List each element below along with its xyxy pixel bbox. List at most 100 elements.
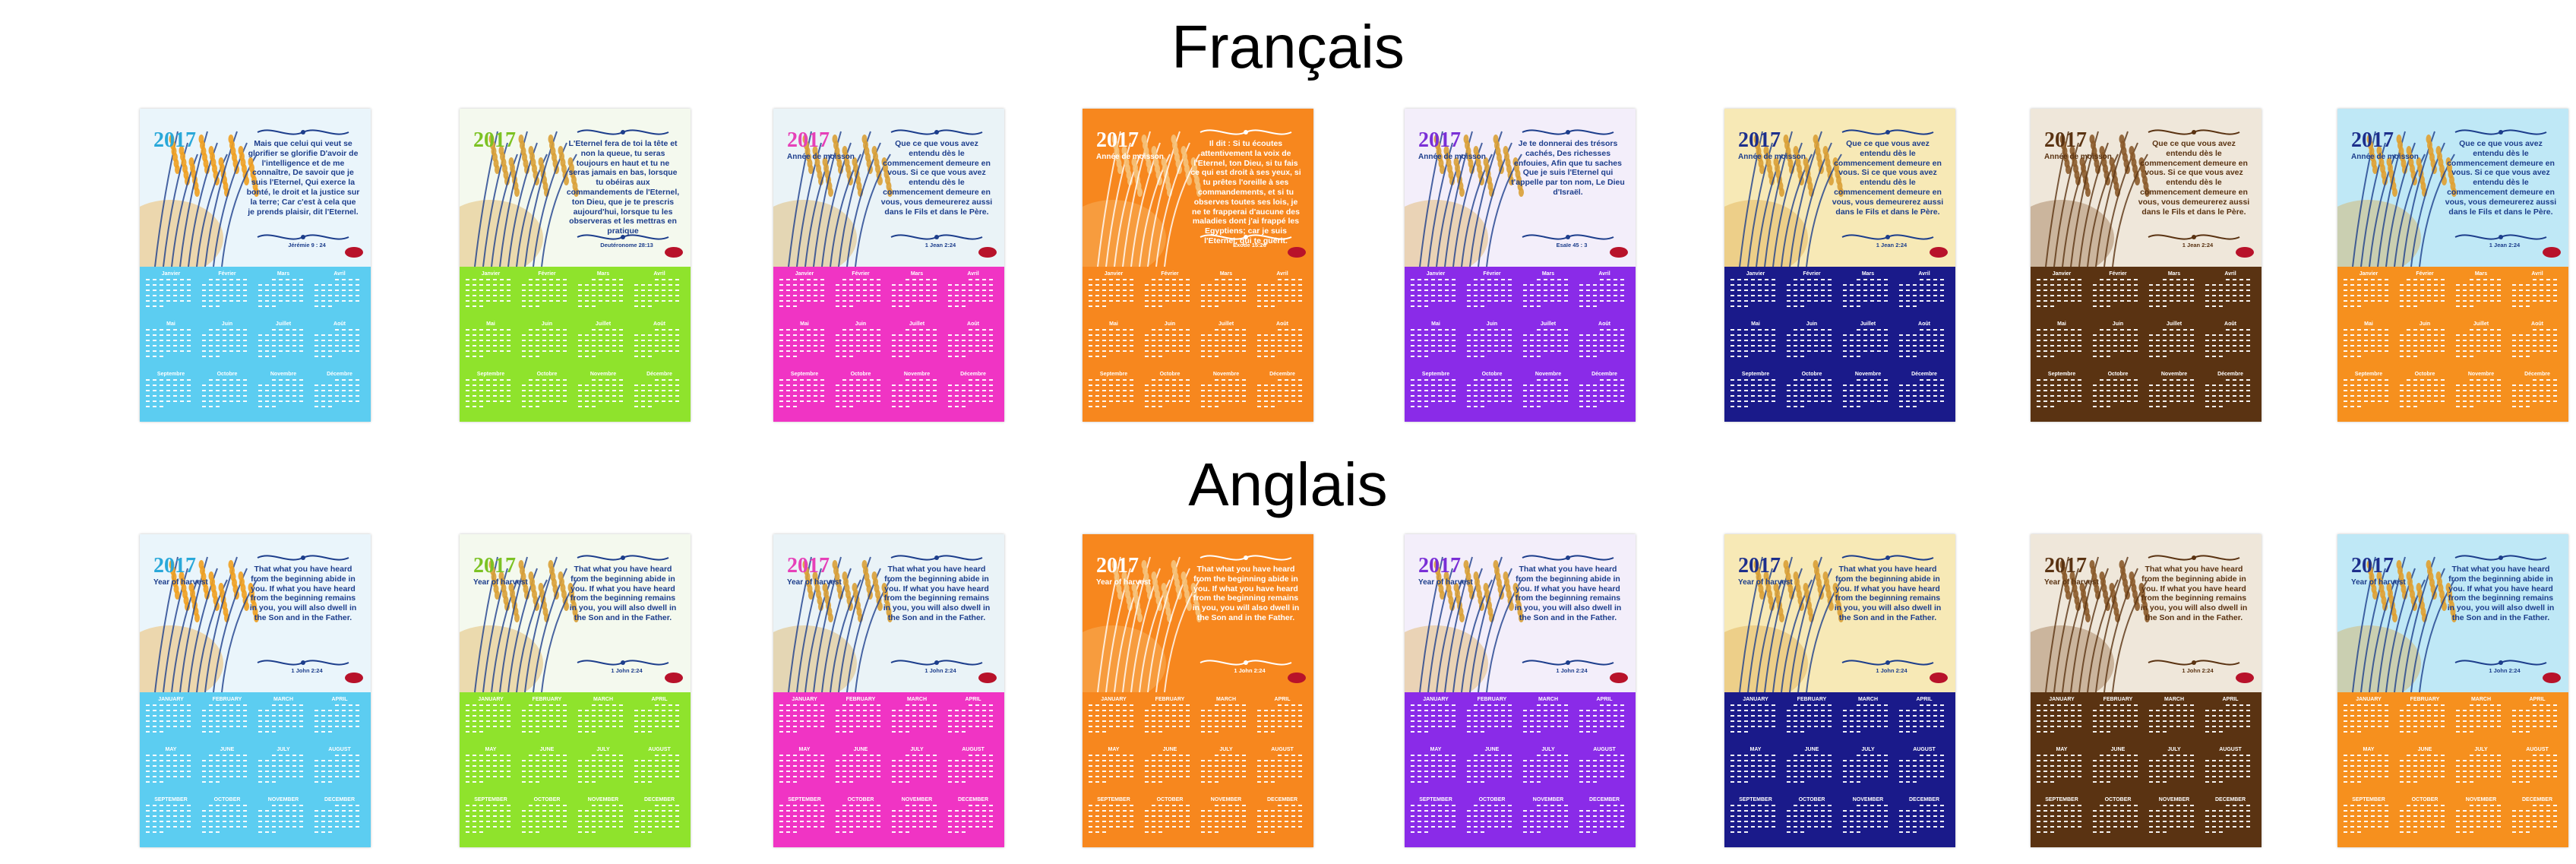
calendar-month: Février	[522, 270, 572, 318]
calendar-grid: JANUARY FEBRUARY MARCH APRIL MAY JUNE JULY AUGU…	[1724, 692, 1955, 847]
month-day-grid	[948, 379, 998, 411]
month-day-grid	[1731, 279, 1781, 311]
calendar-month: FEBRUARY	[202, 695, 252, 744]
calendar-grid: JANUARY FEBRUARY MARCH APRIL MAY JUNE JULY AUGU…	[2031, 692, 2262, 847]
month-name: Juillet	[1860, 321, 1876, 327]
month-name: Février	[852, 271, 870, 277]
calendar-card: 2017 Année de moisson Que ce que vous avez…	[1724, 109, 1955, 422]
month-name: OCTOBER	[533, 797, 561, 802]
month-name: Avril	[967, 271, 979, 277]
month-day-grid	[892, 805, 942, 837]
calendar-month: JANUARY	[1411, 695, 1461, 744]
calendar-month: APRIL	[314, 695, 365, 744]
verse-reference: Jérémie 9 : 24	[288, 242, 326, 248]
calendar-month: Juin	[1467, 320, 1517, 369]
verse-reference: 1 John 2:24	[2182, 667, 2214, 674]
calendar-month: JUNE	[1467, 745, 1517, 794]
calendar-month: JUNE	[2093, 745, 2143, 794]
calendar-month: SEPTEMBER	[2344, 796, 2394, 844]
calendar-grid: Janvier Février Mars Avril Mai Juin Juillet Aoû…	[2031, 267, 2262, 422]
month-day-grid	[634, 704, 684, 736]
calendar-grid: Janvier Février Mars Avril Mai Juin Juillet Aoû…	[773, 267, 1004, 422]
calendar-header-image: 2017 Year of harvest That what you have he…	[773, 534, 1004, 692]
month-name: FEBRUARY	[1477, 697, 1507, 702]
month-name: JULY	[1541, 747, 1555, 752]
calendar-month: Août	[634, 320, 684, 369]
month-name: AUGUST	[328, 747, 351, 752]
calendar-year: 2017	[1418, 128, 1461, 152]
calendar-subtitle: Année de moisson	[787, 153, 855, 161]
month-name: Septembre	[1421, 372, 1450, 377]
calendar-month: Octobre	[836, 370, 886, 419]
calendar-month: JULY	[1201, 745, 1251, 794]
month-day-grid	[466, 755, 516, 786]
month-day-grid	[1523, 329, 1573, 361]
calendar-month: Janvier	[1731, 270, 1781, 318]
calendar-month: DECEMBER	[1899, 796, 1949, 844]
month-name: Février	[2416, 271, 2434, 277]
calendar-month: Juin	[836, 320, 886, 369]
calendar-month: Octobre	[1145, 370, 1195, 419]
month-name: Janvier	[1426, 271, 1446, 277]
month-day-grid	[2456, 805, 2506, 837]
bible-verse: That what you have heard from the beginn…	[2447, 565, 2555, 622]
month-day-grid	[314, 755, 365, 786]
calendar-subtitle: Year of harvest	[1096, 578, 1151, 587]
month-name: FEBRUARY	[2103, 697, 2133, 702]
month-name: Mai	[2364, 321, 2373, 327]
month-day-grid	[948, 329, 998, 361]
month-name: Avril	[2531, 271, 2543, 277]
month-day-grid	[1899, 329, 1949, 361]
month-name: Juillet	[909, 321, 925, 327]
month-day-grid	[1523, 805, 1573, 837]
calendar-month: Juillet	[258, 320, 308, 369]
month-name: Décembre	[2217, 372, 2243, 377]
month-day-grid	[2344, 755, 2394, 786]
month-name: Novembre	[589, 372, 617, 377]
calendar-header-image: 2017 Year of harvest That what you have he…	[2031, 534, 2262, 692]
month-day-grid	[1467, 755, 1517, 786]
calendar-month: NOVEMBER	[578, 796, 628, 844]
month-day-grid	[1089, 805, 1139, 837]
month-name: SEPTEMBER	[1097, 797, 1130, 802]
month-name: NOVEMBER	[1852, 797, 1884, 802]
month-name: Août	[2224, 321, 2236, 327]
month-day-grid	[2456, 329, 2506, 361]
calendar-month: Août	[314, 320, 365, 369]
month-name: MARCH	[593, 697, 614, 702]
month-name: Juillet	[2166, 321, 2182, 327]
verse-reference: 1 John 2:24	[611, 667, 643, 674]
month-day-grid	[314, 379, 365, 411]
month-day-grid	[1787, 329, 1837, 361]
calendar-month: SEPTEMBER	[779, 796, 830, 844]
bible-verse: That what you have heard from the beginn…	[1514, 565, 1622, 622]
calendar-month: MAY	[1089, 745, 1139, 794]
calendar-month: Juillet	[578, 320, 628, 369]
month-day-grid	[892, 379, 942, 411]
calendar-month: Janvier	[1411, 270, 1461, 318]
month-name: MAY	[2056, 747, 2068, 752]
month-day-grid	[258, 704, 308, 736]
calendar-month: Mars	[1843, 270, 1893, 318]
calendar-month: Mai	[466, 320, 516, 369]
calendar-month: MAY	[466, 745, 516, 794]
month-name: JUNE	[539, 747, 555, 752]
month-name: NOVEMBER	[901, 797, 933, 802]
month-name: FEBRUARY	[1155, 697, 1185, 702]
month-name: Février	[218, 271, 236, 277]
month-day-grid	[1145, 279, 1195, 311]
calendar-month: Mars	[1523, 270, 1573, 318]
month-name: Août	[967, 321, 979, 327]
month-day-grid	[634, 279, 684, 311]
calendar-month: Novembre	[1523, 370, 1573, 419]
month-day-grid	[2037, 805, 2087, 837]
month-name: Août	[653, 321, 665, 327]
calendar-month: NOVEMBER	[2456, 796, 2506, 844]
bible-verse: That what you have heard from the beginn…	[2140, 565, 2248, 622]
calendar-header-image: 2017 Année de moisson Il dit : Si tu écout…	[1083, 109, 1313, 267]
calendar-month: JANUARY	[466, 695, 516, 744]
calendar-year: 2017	[787, 554, 830, 578]
month-day-grid	[522, 379, 572, 411]
calendar-month: AUGUST	[2512, 745, 2562, 794]
verse-reference: 1 John 2:24	[1876, 667, 1908, 674]
